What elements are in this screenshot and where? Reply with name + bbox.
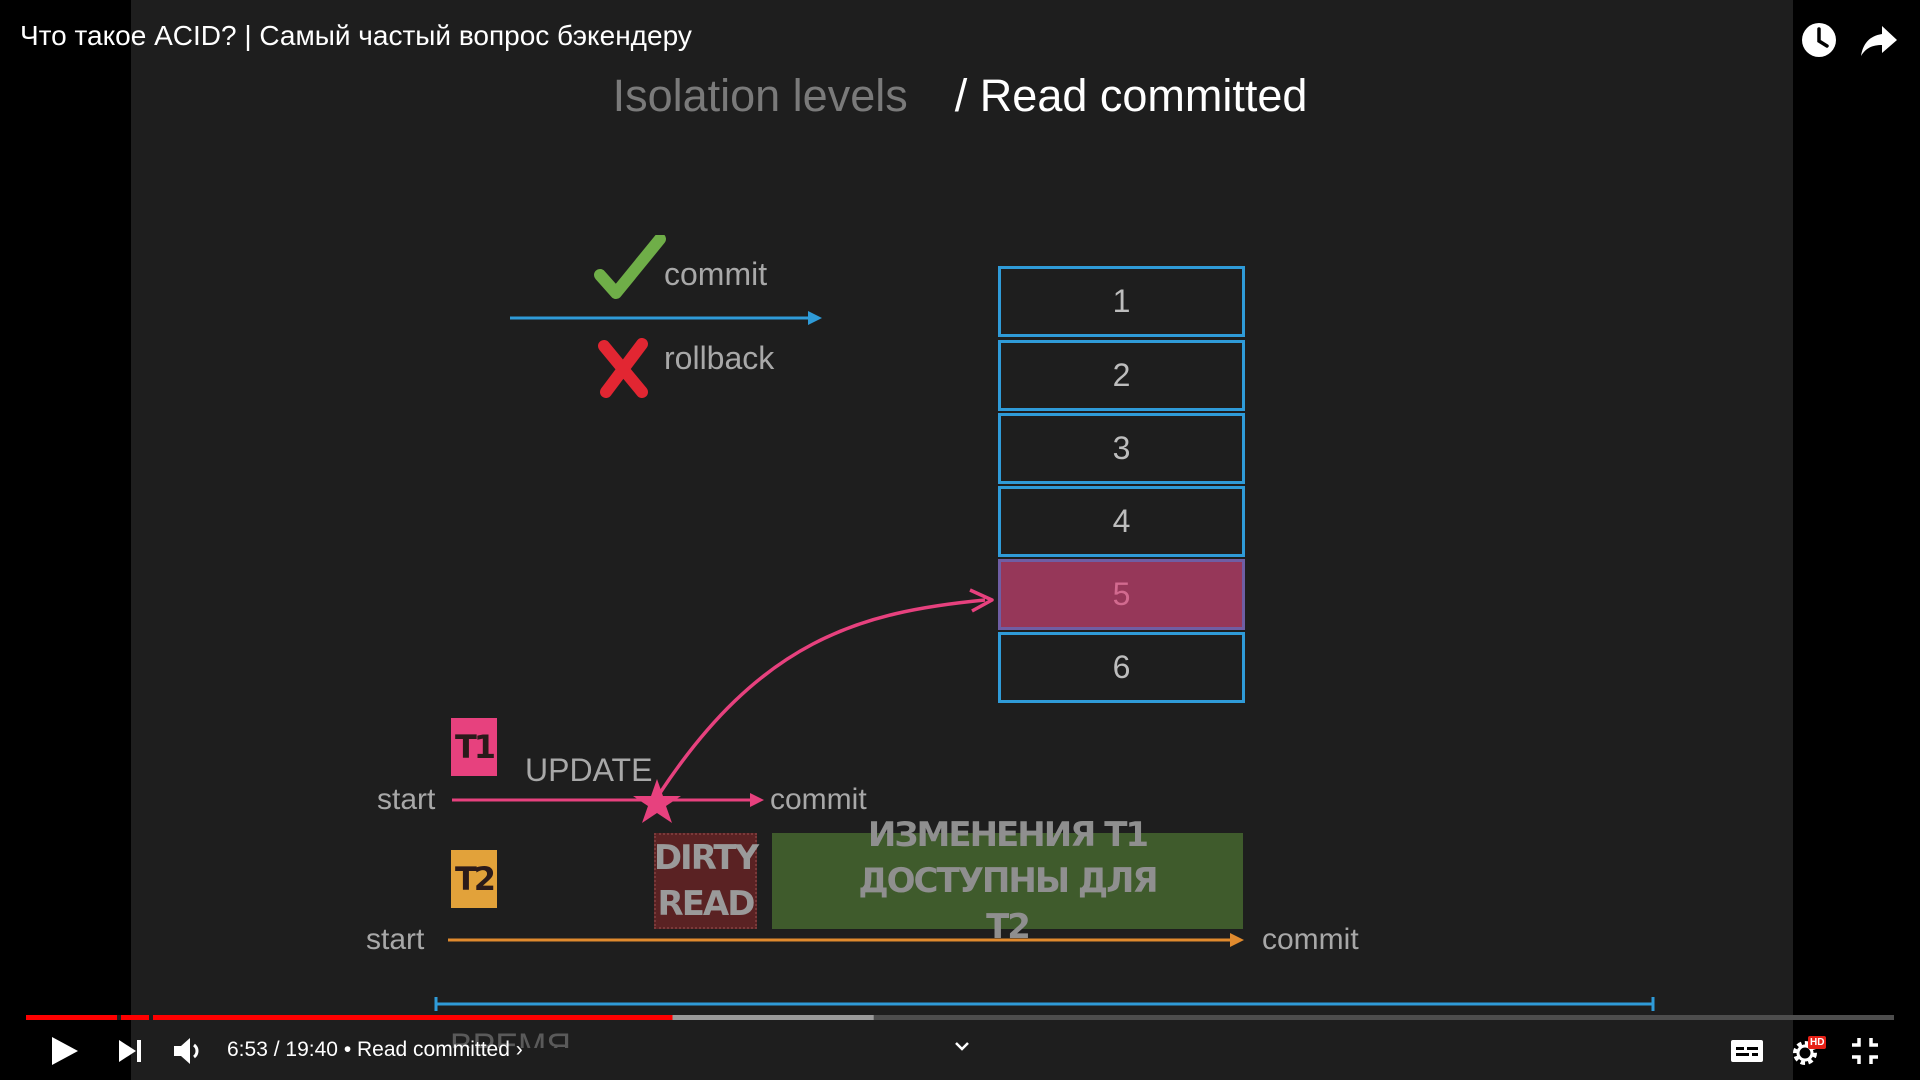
chapter-title[interactable]: Read committed	[357, 1038, 510, 1061]
play-icon	[52, 1037, 78, 1065]
subtitles-icon	[1731, 1040, 1763, 1062]
dirty-read-box: DIRTY READ	[653, 833, 759, 929]
exit-fullscreen-button[interactable]	[1848, 1034, 1882, 1072]
time-axis-left	[434, 997, 657, 1011]
watch-later-button[interactable]	[1797, 18, 1841, 62]
settings-button[interactable]: HD	[1788, 1034, 1828, 1074]
time-display: 6:53 / 19:40 • Read committed ›	[227, 1038, 523, 1062]
video-title[interactable]: Что такое ACID? | Самый частый вопрос бэ…	[20, 20, 692, 52]
legend-commit-label: commit	[664, 256, 768, 292]
table-row: 3	[998, 413, 1245, 484]
changes-note-line1: ИЗМЕНЕНИЯ Т1 ДОСТУПНЫ ДЛЯ	[858, 815, 1158, 901]
watch-later-icon	[1802, 23, 1836, 57]
expand-description-button[interactable]	[950, 1036, 974, 1060]
t2-commit-label: commit	[1262, 923, 1359, 956]
table-row: 6	[998, 632, 1245, 703]
table-row-highlighted: 5	[998, 559, 1245, 630]
slide-heading: Isolation levels / Read committed	[0, 70, 1920, 122]
share-icon	[1861, 26, 1897, 56]
time-separator: /	[273, 1038, 280, 1061]
heading-separator: /	[954, 70, 968, 121]
exit-fullscreen-icon	[1852, 1038, 1878, 1064]
t2-timeline-arrow	[448, 933, 1244, 947]
current-time: 6:53	[227, 1038, 268, 1061]
t1-tag: T1	[451, 718, 497, 776]
t1-start-label: start	[377, 783, 436, 816]
duration: 19:40	[285, 1038, 338, 1061]
heading-parent: Isolation levels	[612, 70, 908, 121]
subtitles-button[interactable]	[1728, 1034, 1766, 1072]
hd-badge: HD	[1808, 1036, 1827, 1049]
time-axis	[657, 997, 1655, 1011]
table-row: 1	[998, 266, 1245, 337]
changes-note-box: ИЗМЕНЕНИЯ Т1 ДОСТУПНЫ ДЛЯ Т2	[772, 815, 1243, 947]
legend-arrow	[510, 311, 822, 325]
t1-timeline-arrow	[452, 793, 764, 807]
next-button[interactable]	[114, 1035, 146, 1071]
chevron-down-icon	[955, 1042, 969, 1051]
next-icon	[119, 1040, 141, 1062]
chapter-dot: •	[343, 1038, 352, 1061]
play-button[interactable]	[46, 1034, 82, 1072]
legend-rollback-label: rollback	[664, 340, 775, 376]
dirty-read-line2: READ	[657, 884, 756, 924]
dirty-read-line1: DIRTY	[653, 838, 759, 878]
video-player[interactable]: Isolation levels / Read committed commit…	[0, 0, 1920, 1080]
checkmark-icon	[594, 235, 666, 299]
star-icon	[633, 779, 681, 823]
volume-icon	[174, 1038, 199, 1064]
share-button[interactable]	[1857, 18, 1901, 62]
table-row: 2	[998, 340, 1245, 411]
mute-button[interactable]	[170, 1035, 204, 1071]
table-row: 4	[998, 486, 1245, 557]
cross-icon	[598, 338, 648, 398]
t2-tag: T2	[451, 850, 497, 908]
heading-current: Read committed	[979, 70, 1308, 121]
t2-start-label: start	[366, 923, 425, 956]
progress-bar[interactable]	[26, 1015, 1894, 1020]
chapter-chevron-icon: ›	[515, 1038, 523, 1061]
